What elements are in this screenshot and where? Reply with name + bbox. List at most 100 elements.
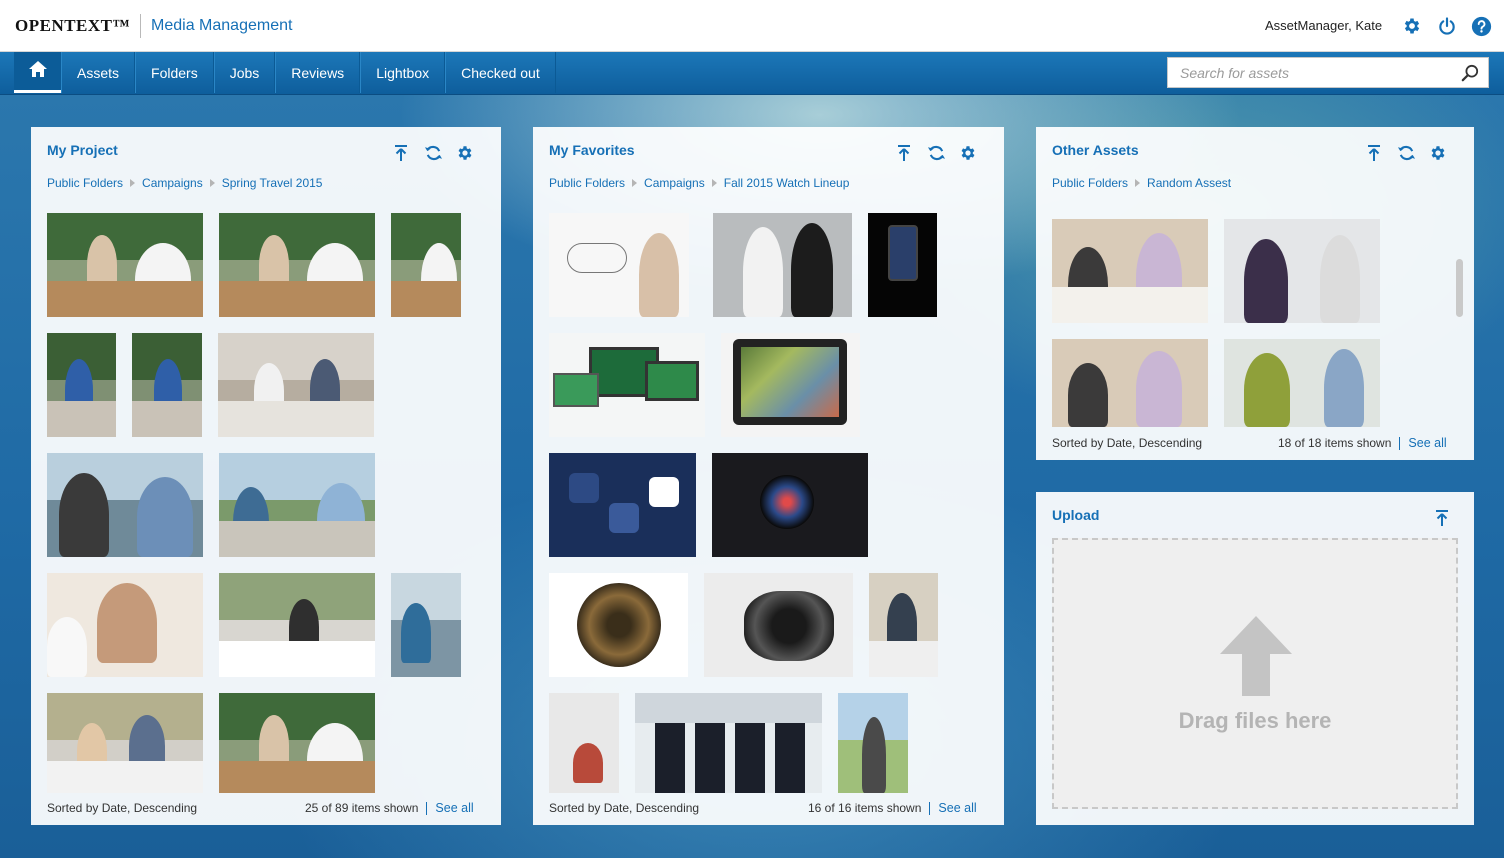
- asset-thumbnail[interactable]: [219, 693, 375, 793]
- breadcrumb-item[interactable]: Fall 2015 Watch Lineup: [724, 176, 850, 190]
- asset-thumbnail[interactable]: [47, 213, 203, 317]
- panel-footer-right: 25 of 89 items shown See all: [305, 801, 474, 815]
- asset-thumbnail[interactable]: [1052, 219, 1208, 323]
- see-all-link[interactable]: See all: [435, 801, 473, 815]
- panel-title: Other Assets: [1052, 142, 1139, 158]
- user-name[interactable]: AssetManager, Kate: [1265, 18, 1382, 33]
- breadcrumb-separator: [632, 179, 638, 187]
- breadcrumb: Public Folders Campaigns Fall 2015 Watch…: [549, 176, 849, 190]
- asset-thumbnail[interactable]: [47, 693, 203, 793]
- drop-text: Drag files here: [1178, 708, 1332, 733]
- asset-thumbnail[interactable]: [549, 693, 619, 793]
- scrollbar[interactable]: [1456, 259, 1463, 317]
- asset-thumbnail[interactable]: [713, 213, 852, 317]
- settings-icon[interactable]: [1428, 143, 1448, 163]
- sort-label: Sorted by Date, Descending: [549, 801, 700, 815]
- panel-my-favorites: My Favorites Public Folders Campaigns Fa…: [533, 127, 1004, 825]
- nav-home[interactable]: [14, 52, 61, 93]
- item-count: 16 of 16 items shown: [808, 801, 922, 815]
- nav-lightbox[interactable]: Lightbox: [360, 52, 446, 93]
- nav-folders[interactable]: Folders: [135, 52, 214, 93]
- asset-thumbnail[interactable]: [549, 213, 689, 317]
- asset-thumbnail[interactable]: [132, 333, 202, 437]
- brand-divider: [140, 13, 142, 38]
- search-box: [1167, 57, 1489, 88]
- main-nav: Assets Folders Jobs Reviews Lightbox Che…: [0, 52, 1504, 95]
- asset-thumbnail[interactable]: [47, 333, 116, 437]
- refresh-icon[interactable]: [1396, 143, 1416, 163]
- asset-thumbnail[interactable]: [721, 333, 860, 437]
- gear-icon[interactable]: [1400, 14, 1424, 38]
- asset-thumbnail[interactable]: [635, 693, 822, 793]
- power-icon[interactable]: [1435, 14, 1459, 38]
- asset-thumbnail[interactable]: [712, 453, 868, 557]
- asset-thumbnail[interactable]: [1052, 339, 1208, 427]
- nav-reviews[interactable]: Reviews: [275, 52, 361, 93]
- nav-jobs[interactable]: Jobs: [213, 52, 276, 93]
- collapse-icon[interactable]: [1432, 508, 1452, 528]
- asset-thumbnail[interactable]: [549, 573, 688, 677]
- breadcrumb-item[interactable]: Campaigns: [142, 176, 203, 190]
- breadcrumb: Public Folders Campaigns Spring Travel 2…: [47, 176, 322, 190]
- breadcrumb-item[interactable]: Public Folders: [549, 176, 625, 190]
- collapse-icon[interactable]: [391, 143, 411, 163]
- see-all-link[interactable]: See all: [1408, 436, 1446, 450]
- product-name: Media Management: [151, 16, 293, 34]
- asset-thumbnail[interactable]: [1224, 219, 1380, 323]
- breadcrumb-item[interactable]: Spring Travel 2015: [222, 176, 323, 190]
- breadcrumb-separator: [711, 179, 717, 187]
- search-input[interactable]: [1168, 58, 1453, 87]
- settings-icon[interactable]: [455, 143, 475, 163]
- asset-thumbnail[interactable]: [219, 213, 375, 317]
- breadcrumb-item[interactable]: Public Folders: [47, 176, 123, 190]
- asset-thumbnail[interactable]: [47, 453, 203, 557]
- sort-label: Sorted by Date, Descending: [47, 801, 198, 815]
- breadcrumb-separator: [130, 179, 136, 187]
- asset-thumbnail[interactable]: [219, 573, 375, 677]
- asset-thumbnail[interactable]: [47, 573, 203, 677]
- asset-thumbnail[interactable]: [391, 573, 461, 677]
- breadcrumb-item[interactable]: Campaigns: [644, 176, 705, 190]
- settings-icon[interactable]: [958, 143, 978, 163]
- refresh-icon[interactable]: [926, 143, 946, 163]
- collapse-icon[interactable]: [894, 143, 914, 163]
- asset-thumbnail[interactable]: [218, 333, 374, 437]
- breadcrumb: Public Folders Random Assest: [1052, 176, 1231, 190]
- asset-thumbnail[interactable]: [549, 333, 705, 437]
- nav-assets[interactable]: Assets: [61, 52, 136, 93]
- see-all-link[interactable]: See all: [938, 801, 976, 815]
- asset-thumbnail[interactable]: [1224, 339, 1380, 427]
- breadcrumb-item[interactable]: Random Assest: [1147, 176, 1231, 190]
- panel-my-project: My Project Public Folders Campaigns Spri…: [31, 127, 501, 825]
- brand-logo: OPENTEXT™: [15, 15, 131, 35]
- collapse-icon[interactable]: [1364, 143, 1384, 163]
- thumbnail-grid: [47, 213, 487, 793]
- asset-thumbnail[interactable]: [704, 573, 853, 677]
- asset-thumbnail[interactable]: [391, 213, 461, 317]
- breadcrumb-item[interactable]: Public Folders: [1052, 176, 1128, 190]
- asset-thumbnail[interactable]: [219, 453, 375, 557]
- breadcrumb-separator: [1135, 179, 1141, 187]
- item-count: 25 of 89 items shown: [305, 801, 419, 815]
- panel-footer-right: 16 of 16 items shown See all: [808, 801, 977, 815]
- panel-title: My Project: [47, 142, 118, 158]
- footer-divider: [426, 801, 428, 815]
- refresh-icon[interactable]: [423, 143, 443, 163]
- asset-thumbnail[interactable]: [838, 693, 908, 793]
- breadcrumb-separator: [209, 179, 215, 187]
- panel-footer-right: 18 of 18 items shown See all: [1278, 436, 1447, 450]
- asset-thumbnail[interactable]: [869, 573, 938, 677]
- thumbnail-grid: [1052, 219, 1452, 427]
- top-header: OPENTEXT™ Media Management AssetManager,…: [0, 0, 1504, 52]
- search-icon[interactable]: [1453, 58, 1487, 87]
- panel-upload: Upload Drag files here: [1036, 492, 1474, 825]
- footer-divider: [929, 801, 931, 815]
- asset-thumbnail[interactable]: [868, 213, 937, 317]
- nav-checked-out[interactable]: Checked out: [445, 52, 556, 93]
- panel-other-assets: Other Assets Public Folders Random Asses…: [1036, 127, 1474, 460]
- sort-label: Sorted by Date, Descending: [1052, 436, 1203, 450]
- item-count: 18 of 18 items shown: [1278, 436, 1392, 450]
- help-icon[interactable]: [1469, 14, 1493, 38]
- upload-dropzone[interactable]: Drag files here: [1052, 538, 1458, 809]
- asset-thumbnail[interactable]: [549, 453, 696, 557]
